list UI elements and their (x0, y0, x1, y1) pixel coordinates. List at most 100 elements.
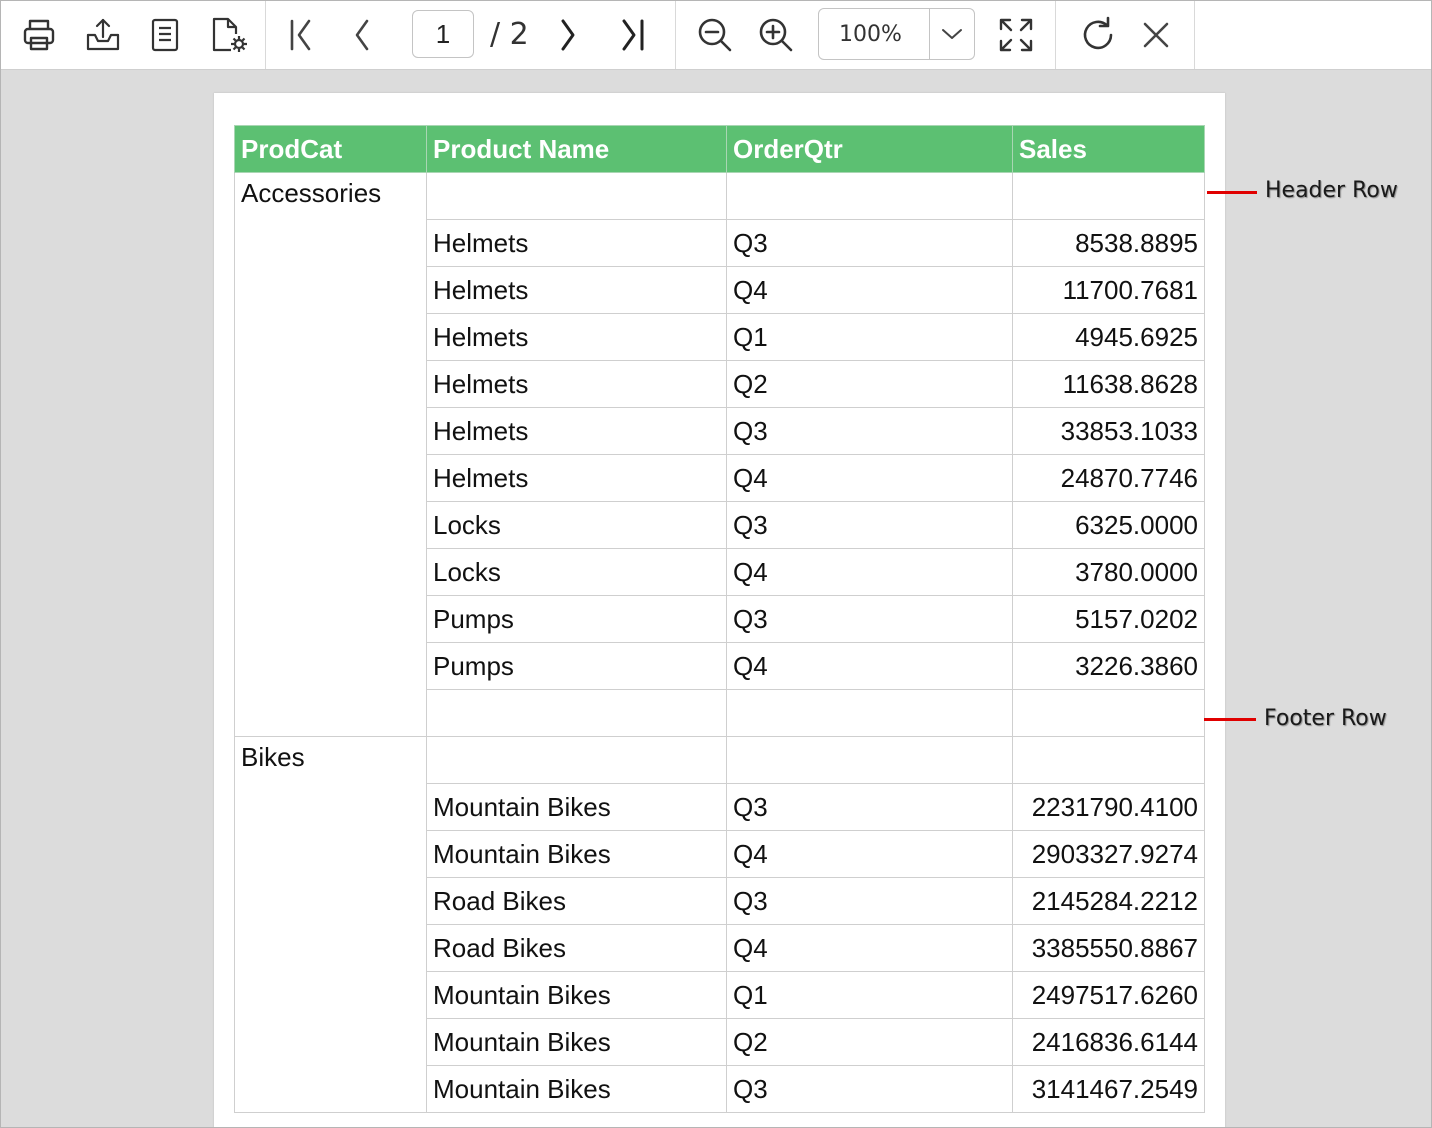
zoom-out-icon (696, 16, 734, 54)
sales-cell: 11700.7681 (1012, 266, 1205, 314)
sales-cell: 3385550.8867 (1012, 924, 1205, 972)
group-header-row: Bikes (234, 736, 1205, 1113)
report-viewer: / 2 (0, 0, 1432, 1128)
empty-cell (426, 736, 727, 784)
report-table: ProdCat Product Name OrderQtr Sales Acce… (234, 125, 1205, 1113)
product-name-cell: Locks (426, 548, 727, 596)
close-button[interactable] (1134, 13, 1178, 57)
product-name-cell: Mountain Bikes (426, 830, 727, 878)
empty-cell (726, 172, 1013, 220)
order-qtr-cell: Q3 (726, 407, 1013, 455)
report-page: ProdCat Product Name OrderQtr Sales Acce… (214, 93, 1225, 1127)
sales-cell: 24870.7746 (1012, 454, 1205, 502)
zoom-in-icon (757, 16, 795, 54)
empty-cell (1012, 736, 1205, 784)
empty-cell (426, 689, 727, 737)
product-name-cell: Mountain Bikes (426, 783, 727, 831)
sales-cell: 2903327.9274 (1012, 830, 1205, 878)
zoom-out-button[interactable] (693, 13, 737, 57)
refresh-button[interactable] (1076, 13, 1120, 57)
sales-cell: 33853.1033 (1012, 407, 1205, 455)
product-name-cell: Helmets (426, 360, 727, 408)
previous-page-button[interactable] (339, 13, 383, 57)
order-qtr-cell: Q3 (726, 1065, 1013, 1113)
group-header-row: Accessories (234, 172, 1205, 737)
sales-cell: 2416836.6144 (1012, 1018, 1205, 1066)
close-icon (1140, 19, 1172, 51)
sales-cell: 6325.0000 (1012, 501, 1205, 549)
print-button[interactable] (17, 13, 61, 57)
zoom-dropdown[interactable]: 100% (818, 8, 975, 60)
footer-row-pointer-line (1204, 718, 1256, 721)
column-header-product-name: Product Name (426, 125, 727, 173)
document-map-button[interactable] (143, 13, 187, 57)
export-icon (84, 17, 122, 53)
column-header-prodcat: ProdCat (234, 125, 427, 173)
header-row-annotation: Header Row (1265, 178, 1398, 203)
sales-cell: 4945.6925 (1012, 313, 1205, 361)
toolbar-separator (265, 1, 266, 69)
category-cell: Accessories (234, 172, 427, 737)
product-name-cell: Helmets (426, 313, 727, 361)
zoom-value: 100% (839, 22, 902, 47)
next-page-icon (550, 17, 586, 53)
zoom-in-button[interactable] (754, 13, 798, 57)
fit-page-icon (997, 16, 1035, 54)
refresh-icon (1078, 15, 1118, 55)
column-header-sales: Sales (1012, 125, 1205, 173)
table-header-row: ProdCat Product Name OrderQtr Sales (234, 125, 1205, 173)
document-map-icon (149, 17, 181, 53)
product-name-cell: Locks (426, 501, 727, 549)
header-row-pointer-line (1207, 191, 1257, 194)
first-page-button[interactable] (279, 13, 323, 57)
sales-cell: 8538.8895 (1012, 219, 1205, 267)
order-qtr-cell: Q4 (726, 642, 1013, 690)
fit-page-button[interactable] (994, 13, 1038, 57)
product-name-cell: Mountain Bikes (426, 1065, 727, 1113)
order-qtr-cell: Q3 (726, 783, 1013, 831)
order-qtr-cell: Q3 (726, 595, 1013, 643)
order-qtr-cell: Q4 (726, 830, 1013, 878)
sales-cell: 5157.0202 (1012, 595, 1205, 643)
last-page-icon (615, 17, 651, 53)
order-qtr-cell: Q3 (726, 219, 1013, 267)
sales-cell: 2231790.4100 (1012, 783, 1205, 831)
product-name-cell: Helmets (426, 454, 727, 502)
order-qtr-cell: Q4 (726, 266, 1013, 314)
sales-cell: 2497517.6260 (1012, 971, 1205, 1019)
order-qtr-cell: Q2 (726, 1018, 1013, 1066)
sales-cell: 2145284.2212 (1012, 877, 1205, 925)
first-page-icon (283, 17, 319, 53)
sales-cell: 3141467.2549 (1012, 1065, 1205, 1113)
next-page-button[interactable] (546, 13, 590, 57)
order-qtr-cell: Q4 (726, 454, 1013, 502)
page-number-input[interactable] (412, 10, 474, 58)
order-qtr-cell: Q2 (726, 360, 1013, 408)
page-setup-button[interactable] (207, 13, 251, 57)
sales-cell: 11638.8628 (1012, 360, 1205, 408)
toolbar: / 2 (1, 1, 1431, 70)
footer-row-annotation: Footer Row (1264, 706, 1387, 731)
toolbar-separator (675, 1, 676, 69)
order-qtr-cell: Q4 (726, 924, 1013, 972)
category-cell: Bikes (234, 736, 427, 1113)
product-name-cell: Mountain Bikes (426, 971, 727, 1019)
order-qtr-cell: Q3 (726, 877, 1013, 925)
previous-page-icon (343, 17, 379, 53)
product-name-cell: Helmets (426, 407, 727, 455)
last-page-button[interactable] (611, 13, 655, 57)
empty-cell (1012, 689, 1205, 737)
product-name-cell: Mountain Bikes (426, 1018, 727, 1066)
product-name-cell: Road Bikes (426, 924, 727, 972)
empty-cell (726, 736, 1013, 784)
print-icon (21, 17, 57, 53)
empty-cell (726, 689, 1013, 737)
empty-cell (426, 172, 727, 220)
sales-cell: 3226.3860 (1012, 642, 1205, 690)
order-qtr-cell: Q3 (726, 501, 1013, 549)
product-name-cell: Helmets (426, 219, 727, 267)
product-name-cell: Road Bikes (426, 877, 727, 925)
page-setup-icon (209, 16, 249, 54)
chevron-down-icon[interactable] (930, 9, 974, 59)
export-button[interactable] (81, 13, 125, 57)
